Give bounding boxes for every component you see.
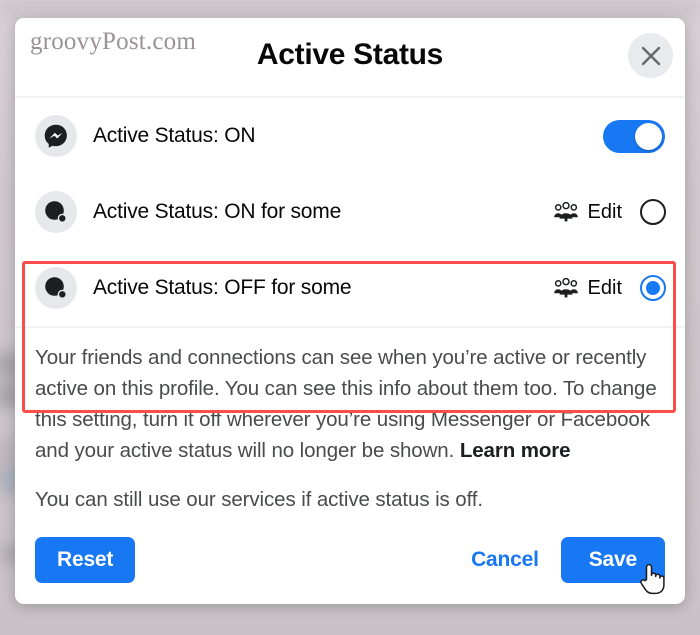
option-row-active-status-on[interactable]: Active Status: ON	[15, 98, 685, 174]
services-note: You can still use our services if active…	[35, 488, 483, 511]
avatar	[35, 115, 77, 157]
reset-button[interactable]: Reset	[35, 537, 136, 583]
backdrop-blur-bar	[0, 0, 700, 16]
learn-more-link[interactable]: Learn more	[460, 439, 571, 462]
edit-label: Edit	[587, 200, 622, 223]
edit-audience-button[interactable]: Edit	[553, 201, 622, 224]
option-label: Active Status: OFF for some	[93, 276, 352, 299]
active-status-dot-icon	[45, 201, 67, 223]
active-status-dot-icon	[45, 277, 67, 299]
toggle-knob	[635, 122, 662, 150]
option-label: Active Status: ON	[93, 124, 256, 147]
avatar	[35, 191, 77, 233]
option-label: Active Status: ON for some	[93, 200, 342, 223]
cancel-button[interactable]: Cancel	[471, 548, 539, 572]
save-button[interactable]: Save	[560, 537, 665, 583]
dialog-header: groovyPost.com Active Status	[15, 18, 685, 98]
close-button[interactable]	[628, 33, 673, 78]
close-icon	[641, 46, 660, 65]
group-people-icon	[553, 201, 578, 222]
dialog-footer: Reset Cancel Save	[15, 516, 685, 604]
dialog-body: Your friends and connections can see whe…	[15, 328, 685, 515]
option-row-off-for-some[interactable]: Active Status: OFF for some Edit	[15, 250, 685, 326]
option-row-on-for-some[interactable]: Active Status: ON for some Edit	[15, 174, 685, 250]
messenger-logo-icon	[44, 124, 67, 148]
dialog-title: Active Status	[256, 38, 444, 71]
active-status-toggle[interactable]	[603, 119, 665, 153]
avatar	[35, 267, 77, 309]
radio-off-for-some[interactable]	[640, 275, 666, 301]
radio-on-for-some[interactable]	[640, 199, 666, 225]
edit-audience-button[interactable]: Edit	[553, 277, 622, 300]
active-status-dialog: groovyPost.com Active Status Active Stat…	[15, 18, 685, 604]
group-people-icon	[553, 277, 578, 298]
options-section: Active Status: ON Active Status: ON for …	[15, 98, 685, 413]
description-paragraph: Your friends and connections can see whe…	[35, 342, 665, 466]
edit-label: Edit	[587, 276, 622, 299]
